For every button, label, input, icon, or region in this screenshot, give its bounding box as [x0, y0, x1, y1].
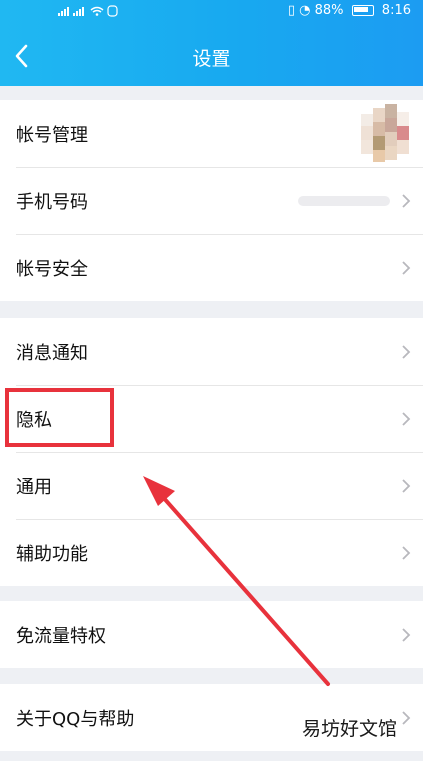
status-right: ▯ ◔ 88% 8:16 — [288, 3, 411, 18]
chevron-right-icon — [402, 545, 411, 560]
data-saver-icon: ◔ — [299, 3, 311, 18]
settings-item-label: 辅助功能 — [16, 543, 88, 565]
chevron-right-icon — [402, 260, 411, 275]
status-bar: ▯ ◔ 88% 8:16 — [0, 0, 423, 22]
settings-item-general[interactable]: 通用 — [0, 452, 423, 519]
chevron-right-icon — [402, 478, 411, 493]
chevron-right-icon — [402, 344, 411, 359]
battery-icon — [351, 5, 374, 16]
battery-percent: 88% — [314, 3, 344, 18]
watermark: 易坊好文馆 — [301, 718, 397, 740]
chevron-right-icon — [402, 627, 411, 642]
phone-number-blurred — [298, 195, 390, 206]
settings-item-label: 帐号安全 — [16, 258, 88, 280]
page-title: 设置 — [192, 48, 231, 70]
signal-icon — [58, 3, 118, 18]
settings-item-account-security[interactable]: 帐号安全 — [0, 234, 423, 301]
highlight-box — [5, 388, 114, 447]
settings-item-label: 帐号管理 — [16, 124, 88, 146]
settings-item-label: 通用 — [16, 476, 52, 498]
settings-item-label: 关于QQ与帮助 — [16, 708, 135, 730]
title-bar: ▯ ◔ 88% 8:16 设置 — [0, 0, 423, 86]
settings-item-notifications[interactable]: 消息通知 — [0, 318, 423, 385]
settings-group-account: 帐号管理 手机号码 帐号安全 — [0, 100, 423, 301]
settings-item-label: 消息通知 — [16, 342, 88, 364]
settings-item-label: 免流量特权 — [16, 625, 106, 647]
settings-item-label: 手机号码 — [16, 191, 88, 213]
chevron-right-icon — [402, 411, 411, 426]
clock: 8:16 — [381, 3, 411, 18]
settings-item-account-management[interactable]: 帐号管理 — [0, 100, 423, 167]
settings-group-data: 免流量特权 — [0, 601, 423, 668]
chevron-right-icon — [402, 193, 411, 208]
settings-item-free-data[interactable]: 免流量特权 — [0, 601, 423, 668]
chevron-right-icon — [402, 710, 411, 725]
settings-group-general: 消息通知 隐私 通用 辅助功能 — [0, 318, 423, 586]
settings-item-phone-number[interactable]: 手机号码 — [0, 167, 423, 234]
settings-item-accessibility[interactable]: 辅助功能 — [0, 519, 423, 586]
vibrate-icon: ▯ — [287, 3, 295, 18]
avatar — [361, 103, 409, 164]
